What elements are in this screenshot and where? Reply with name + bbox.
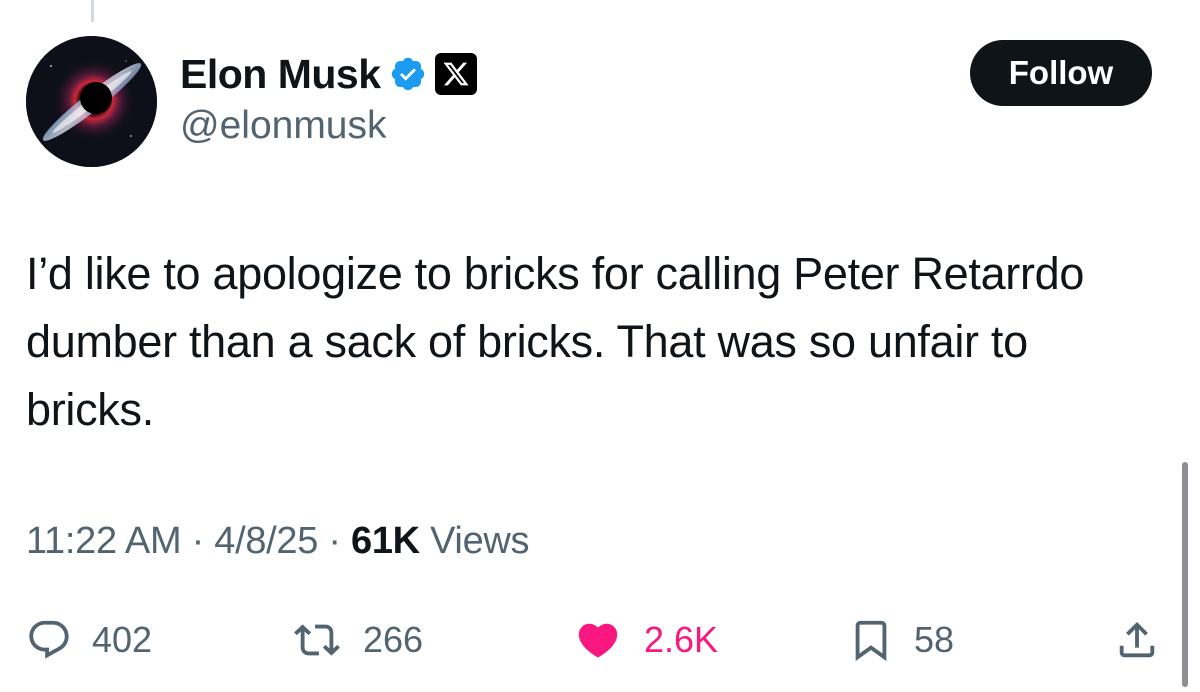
- like-count: 2.6K: [644, 619, 719, 660]
- scrollbar[interactable]: [1182, 462, 1188, 687]
- bookmark-count: 58: [914, 619, 955, 660]
- reply-count: 402: [92, 619, 153, 660]
- reply-icon: [29, 620, 69, 659]
- avatar[interactable]: [26, 36, 157, 167]
- reply-button[interactable]: 402: [26, 610, 152, 670]
- share-icon: [1119, 621, 1155, 658]
- like-button[interactable]: 2.6K: [572, 610, 718, 670]
- x-logo-icon: [434, 53, 477, 95]
- bookmark-icon: [855, 620, 887, 661]
- avatar-image: [26, 36, 157, 167]
- tweet-date[interactable]: 4/8/25: [214, 520, 318, 562]
- tweet-meta: 11:22 AM · 4/8/25 · 61K Views: [26, 520, 530, 563]
- heart-icon: [578, 623, 618, 658]
- meta-separator: ·: [328, 520, 341, 562]
- follow-button[interactable]: Follow: [970, 40, 1152, 106]
- share-button[interactable]: [1114, 610, 1160, 670]
- views-count[interactable]: 61K: [351, 520, 420, 562]
- repost-icon: [294, 624, 340, 656]
- thread-connector-line: [91, 0, 94, 22]
- tweet-time[interactable]: 11:22 AM: [26, 520, 182, 562]
- views-label: Views: [430, 520, 530, 562]
- repost-button[interactable]: 266: [291, 610, 423, 670]
- meta-separator: ·: [191, 520, 205, 562]
- tweet-header: Elon Musk @elonmusk: [180, 48, 477, 148]
- action-bar: 402 266 2.6K 58: [26, 610, 1176, 670]
- verified-badge-icon[interactable]: [389, 55, 427, 93]
- repost-count: 266: [363, 619, 424, 660]
- author-display-name[interactable]: Elon Musk: [180, 51, 381, 98]
- name-row: Elon Musk: [180, 48, 477, 100]
- tweet-text: I’d like to apologize to bricks for call…: [26, 248, 1085, 435]
- bookmark-button[interactable]: 58: [848, 610, 954, 670]
- author-handle[interactable]: @elonmusk: [180, 104, 477, 148]
